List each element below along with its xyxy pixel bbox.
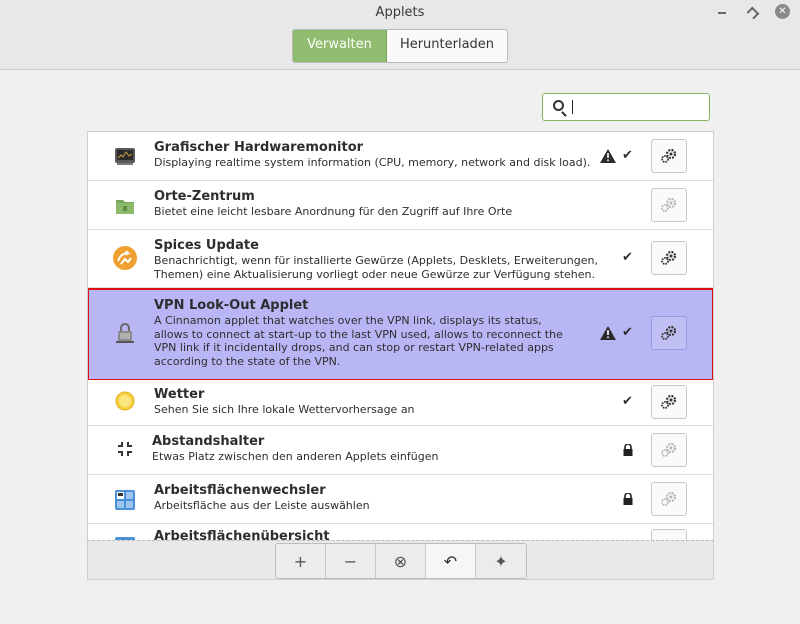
hardware-monitor-icon bbox=[115, 148, 135, 165]
gear-icon bbox=[661, 442, 677, 457]
applet-list[interactable]: Grafischer Hardwaremonitor Displaying re… bbox=[87, 131, 714, 541]
list-toolbar: + − ⊗ ↶ ✦ bbox=[275, 543, 527, 579]
weather-sun-icon bbox=[115, 391, 135, 411]
minimize-icon[interactable] bbox=[715, 4, 729, 18]
gear-icon bbox=[661, 148, 677, 163]
spices-update-icon bbox=[113, 246, 137, 270]
configure-button[interactable] bbox=[651, 433, 687, 467]
configure-button[interactable] bbox=[651, 316, 687, 350]
applet-description: Bietet eine leicht lesbare Anordnung für… bbox=[154, 205, 513, 218]
search-icon bbox=[553, 100, 564, 111]
gear-icon bbox=[661, 250, 677, 265]
applet-row-hardware-monitor[interactable]: Grafischer Hardwaremonitor Displaying re… bbox=[88, 132, 713, 181]
configure-button[interactable] bbox=[651, 139, 687, 173]
enabled-check-icon: ✔ bbox=[622, 325, 633, 340]
applet-row-wetter[interactable]: Wetter Sehen Sie sich Ihre lokale Wetter… bbox=[88, 380, 713, 426]
applet-name: Orte-Zentrum bbox=[154, 189, 255, 204]
vpn-lock-icon bbox=[116, 323, 134, 343]
applet-name: Grafischer Hardwaremonitor bbox=[154, 140, 364, 155]
search-input[interactable] bbox=[571, 97, 701, 117]
applet-description: Benachrichtigt, wenn für installierte Ge… bbox=[154, 254, 598, 281]
warning-icon bbox=[600, 326, 616, 340]
configure-button[interactable] bbox=[651, 385, 687, 419]
gear-icon bbox=[661, 491, 677, 506]
applet-name: VPN Look-Out Applet bbox=[154, 298, 309, 313]
applet-name: Spices Update bbox=[154, 238, 259, 253]
tab-herunterladen[interactable]: Herunterladen bbox=[387, 30, 507, 62]
applet-row-abstandshalter[interactable]: Abstandshalter Etwas Platz zwischen den … bbox=[88, 426, 713, 475]
applet-description: A Cinnamon applet that watches over the … bbox=[154, 314, 563, 368]
applet-description: Displaying realtime system information (… bbox=[154, 156, 591, 169]
search-box[interactable] bbox=[542, 93, 710, 121]
spacer-icon bbox=[118, 442, 132, 456]
applet-description: Etwas Platz zwischen den anderen Applets… bbox=[152, 450, 439, 463]
window-title: Applets bbox=[375, 5, 425, 20]
configure-button[interactable] bbox=[651, 241, 687, 275]
text-cursor bbox=[572, 100, 573, 114]
applet-name: Wetter bbox=[154, 387, 205, 402]
lock-icon bbox=[623, 493, 633, 505]
maximize-icon[interactable] bbox=[745, 4, 759, 18]
enabled-check-icon: ✔ bbox=[622, 250, 633, 265]
lock-icon bbox=[623, 444, 633, 456]
remove-applet-button[interactable]: − bbox=[326, 544, 376, 578]
workspace-switcher-icon bbox=[115, 490, 135, 510]
enabled-check-icon: ✔ bbox=[622, 394, 633, 409]
restore-default-button[interactable]: ↶ bbox=[426, 544, 476, 578]
applet-description: Arbeitsfläche aus der Leiste auswählen bbox=[154, 499, 370, 512]
title-bar: Applets ✕ Verwalten Herunterladen bbox=[0, 0, 800, 70]
applet-row-arbeitsflaechenwechsler[interactable]: Arbeitsflächenwechsler Arbeitsfläche aus… bbox=[88, 475, 713, 524]
applet-row-orte-zentrum[interactable]: Orte-Zentrum Bietet eine leicht lesbare … bbox=[88, 181, 713, 230]
applet-row-arbeitsflaechenuebersicht[interactable]: Arbeitsflächenübersicht bbox=[88, 524, 713, 540]
applet-name: Abstandshalter bbox=[152, 434, 265, 449]
applet-row-vpn-look-out[interactable]: VPN Look-Out Applet A Cinnamon applet th… bbox=[88, 288, 713, 381]
configure-button[interactable] bbox=[651, 482, 687, 516]
uninstall-applet-button[interactable]: ⊗ bbox=[376, 544, 426, 578]
applet-description: Sehen Sie sich Ihre lokale Wettervorhers… bbox=[154, 403, 415, 416]
more-options-button[interactable]: ✦ bbox=[476, 544, 526, 578]
configure-button[interactable] bbox=[651, 188, 687, 222]
gear-icon bbox=[661, 394, 677, 409]
warning-icon bbox=[600, 149, 616, 163]
view-switcher: Verwalten Herunterladen bbox=[292, 29, 508, 63]
add-applet-button[interactable]: + bbox=[276, 544, 326, 578]
applet-name: Arbeitsflächenwechsler bbox=[154, 483, 326, 498]
tab-verwalten[interactable]: Verwalten bbox=[293, 30, 387, 62]
close-icon[interactable]: ✕ bbox=[775, 4, 790, 19]
applet-row-spices-update[interactable]: Spices Update Benachrichtigt, wenn für i… bbox=[88, 230, 713, 288]
enabled-check-icon: ✔ bbox=[622, 148, 633, 163]
gear-icon bbox=[661, 197, 677, 212]
folder-icon bbox=[116, 200, 134, 214]
gear-icon bbox=[661, 325, 677, 340]
